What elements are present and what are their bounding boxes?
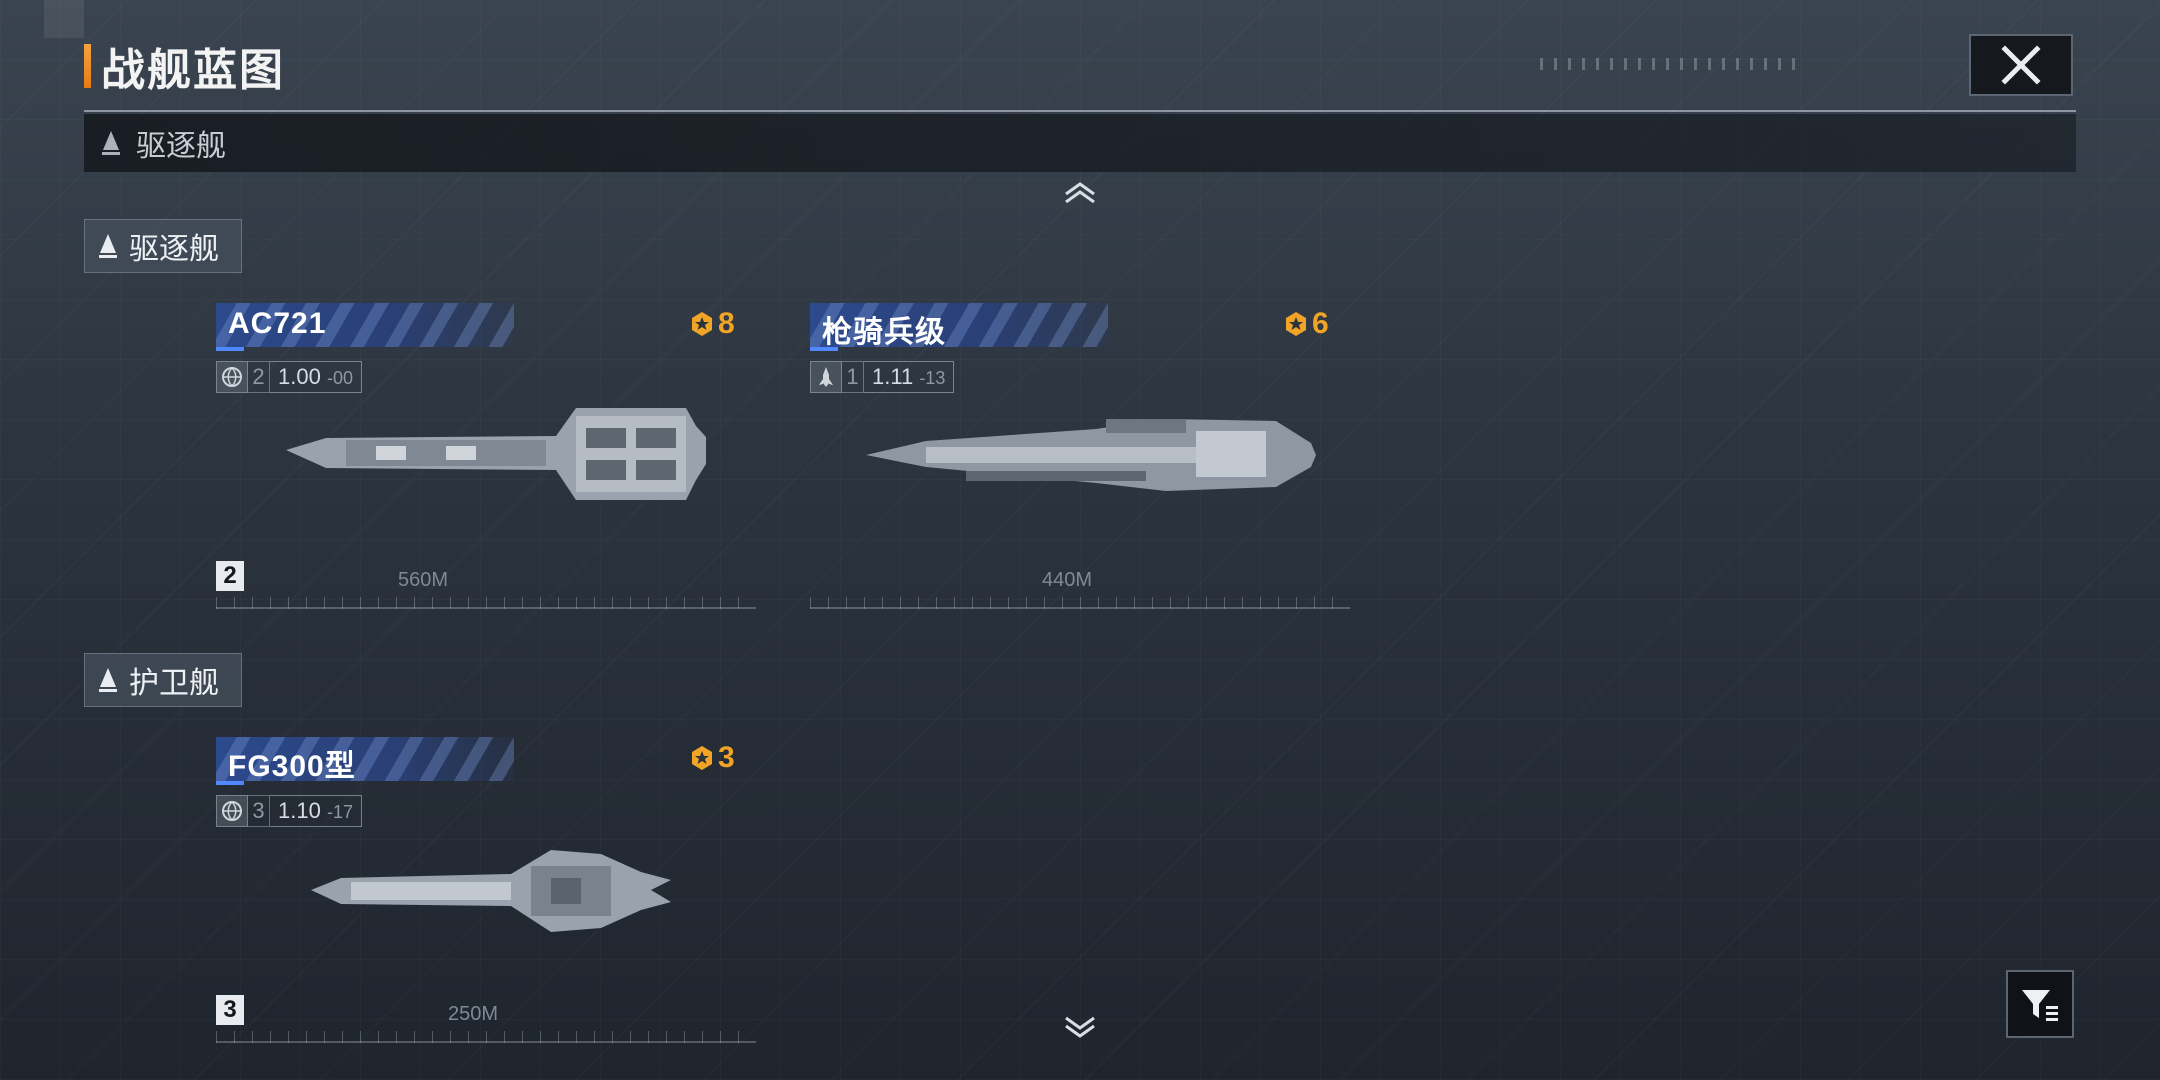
ship-name: FG300型	[228, 750, 356, 783]
medal-icon	[692, 746, 712, 770]
section-tag-destroyer[interactable]: 驱逐舰	[84, 219, 242, 273]
header-divider	[84, 110, 2076, 112]
page-title: 战舰蓝图	[84, 44, 285, 95]
ship-meta: 1 1.11 -13	[810, 361, 955, 393]
ship-version: 1.11 -13	[864, 361, 955, 393]
ship-name-bar: 枪骑兵级	[810, 303, 1108, 351]
ship-score: 8	[688, 307, 735, 341]
ship-score-value: 8	[718, 307, 735, 340]
scroll-down-button[interactable]	[1062, 1014, 1098, 1042]
section-tag-frigate[interactable]: 护卫舰	[84, 653, 242, 707]
ship-image	[286, 408, 706, 500]
globe-icon	[216, 795, 248, 827]
ship-class-icon	[99, 234, 117, 258]
scroll-up-button[interactable]	[1062, 178, 1098, 206]
close-icon	[2001, 45, 2041, 85]
page-title-text: 战舰蓝图	[101, 46, 285, 95]
strip-label: 驱逐舰	[136, 130, 226, 163]
ship-name: AC721	[228, 307, 327, 340]
ship-card-ac721[interactable]: AC721 8 2 1.00 -00 2 560M	[216, 303, 756, 609]
ship-image	[311, 850, 671, 932]
section-label: 驱逐舰	[129, 233, 219, 266]
current-category-strip[interactable]: 驱逐舰	[84, 114, 2076, 172]
ship-score-value: 3	[718, 741, 735, 774]
ship-tier: 1	[842, 361, 864, 393]
ship-meta: 3 1.10 -17	[216, 795, 362, 827]
ship-tier: 2	[248, 361, 270, 393]
ship-class-icon	[102, 131, 120, 155]
close-button[interactable]	[1969, 34, 2073, 96]
length-ruler	[810, 597, 1350, 609]
length-ruler	[216, 597, 756, 609]
filter-icon	[2022, 990, 2058, 1021]
chevron-up-icon	[1065, 182, 1095, 204]
ship-score-value: 6	[1312, 307, 1329, 340]
ship-version: 1.10 -17	[270, 795, 362, 827]
corner-decoration	[44, 0, 84, 38]
section-label: 护卫舰	[129, 667, 219, 700]
ship-length: 560M	[398, 569, 449, 591]
length-ruler	[216, 1031, 756, 1043]
title-accent	[84, 44, 91, 88]
ship-class-icon	[99, 668, 117, 692]
ship-image	[866, 419, 1316, 491]
medal-icon	[692, 312, 712, 336]
ship-length: 440M	[1042, 569, 1093, 591]
ship-card-lancer[interactable]: 枪骑兵级 6 1 1.11 -13 440M	[810, 303, 1350, 609]
medal-icon	[1286, 312, 1306, 336]
ship-name-bar: AC721	[216, 303, 514, 351]
ship-score: 3	[688, 741, 735, 775]
ship-card-fg300[interactable]: FG300型 3 3 1.10 -17 3 250M	[216, 737, 756, 1043]
chevron-down-icon	[1065, 1016, 1095, 1038]
filter-button[interactable]	[2006, 970, 2074, 1038]
ship-score: 6	[1282, 307, 1329, 341]
ship-tier: 3	[248, 795, 270, 827]
owned-count: 3	[216, 995, 244, 1025]
tick-decoration	[1540, 58, 1800, 70]
ship-name-bar: FG300型	[216, 737, 514, 785]
ship-length: 250M	[448, 1003, 499, 1025]
ship-name: 枪骑兵级	[822, 316, 946, 349]
owned-count: 2	[216, 561, 244, 591]
rocket-icon	[810, 361, 842, 393]
globe-icon	[216, 361, 248, 393]
